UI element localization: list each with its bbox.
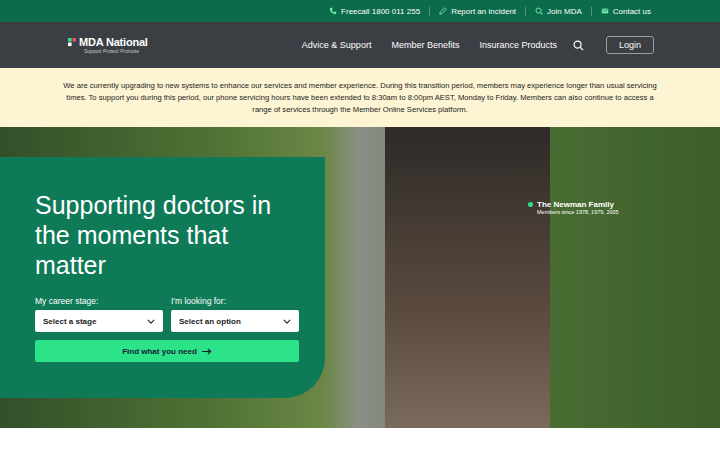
field-label: I'm looking for: xyxy=(171,296,299,306)
utility-link[interactable]: Report an incident xyxy=(429,7,525,16)
login-button[interactable]: Login xyxy=(606,36,654,54)
mail-icon xyxy=(601,7,609,15)
caption-dot xyxy=(528,202,533,207)
nav-item[interactable]: Member Benefits xyxy=(391,40,459,50)
nav-item[interactable]: Advice & Support xyxy=(302,40,372,50)
chevron-down-icon xyxy=(147,319,155,324)
select-field: My career stage: Select a stage xyxy=(35,296,163,332)
select-box[interactable]: Select an option xyxy=(171,310,299,332)
search-person-icon xyxy=(535,7,543,15)
search-icon[interactable] xyxy=(573,40,584,51)
phone-icon xyxy=(329,7,337,15)
utility-link[interactable]: Join MDA xyxy=(525,7,591,16)
logo-icon xyxy=(68,38,77,47)
hero-title: Supporting doctors in the moments that m… xyxy=(35,190,299,280)
page: Freecall 1800 011 255Report an incidentJ… xyxy=(0,0,720,450)
select-field: I'm looking for: Select an option xyxy=(171,296,299,332)
doorway xyxy=(385,127,550,428)
chevron-down-icon xyxy=(283,319,291,324)
main-nav: Advice & Support Member Benefits Insurance… xyxy=(302,36,654,54)
utility-bar: Freecall 1800 011 255Report an incidentJ… xyxy=(0,0,720,22)
hero: Supporting doctors in the moments that m… xyxy=(0,127,720,428)
utility-link[interactable]: Freecall 1800 011 255 xyxy=(320,7,429,16)
arrow-right-icon xyxy=(202,348,212,355)
logo[interactable]: MDA NationalSupport Protect Promote xyxy=(68,36,148,54)
hero-panel: Supporting doctors in the moments that m… xyxy=(0,157,325,398)
header: MDA NationalSupport Protect Promote Advic… xyxy=(0,22,720,68)
pencil-icon xyxy=(439,7,447,15)
select-box[interactable]: Select a stage xyxy=(35,310,163,332)
find-button[interactable]: Find what you need xyxy=(35,340,299,362)
notice-banner: We are currently upgrading to new system… xyxy=(0,68,720,127)
utility-link[interactable]: Contact us xyxy=(591,7,660,16)
photo-caption: The Newman FamilyMembers since 1978, 197… xyxy=(528,200,619,215)
field-label: My career stage: xyxy=(35,296,163,306)
nav-item[interactable]: Insurance Products xyxy=(479,40,557,50)
page-below xyxy=(0,428,720,450)
